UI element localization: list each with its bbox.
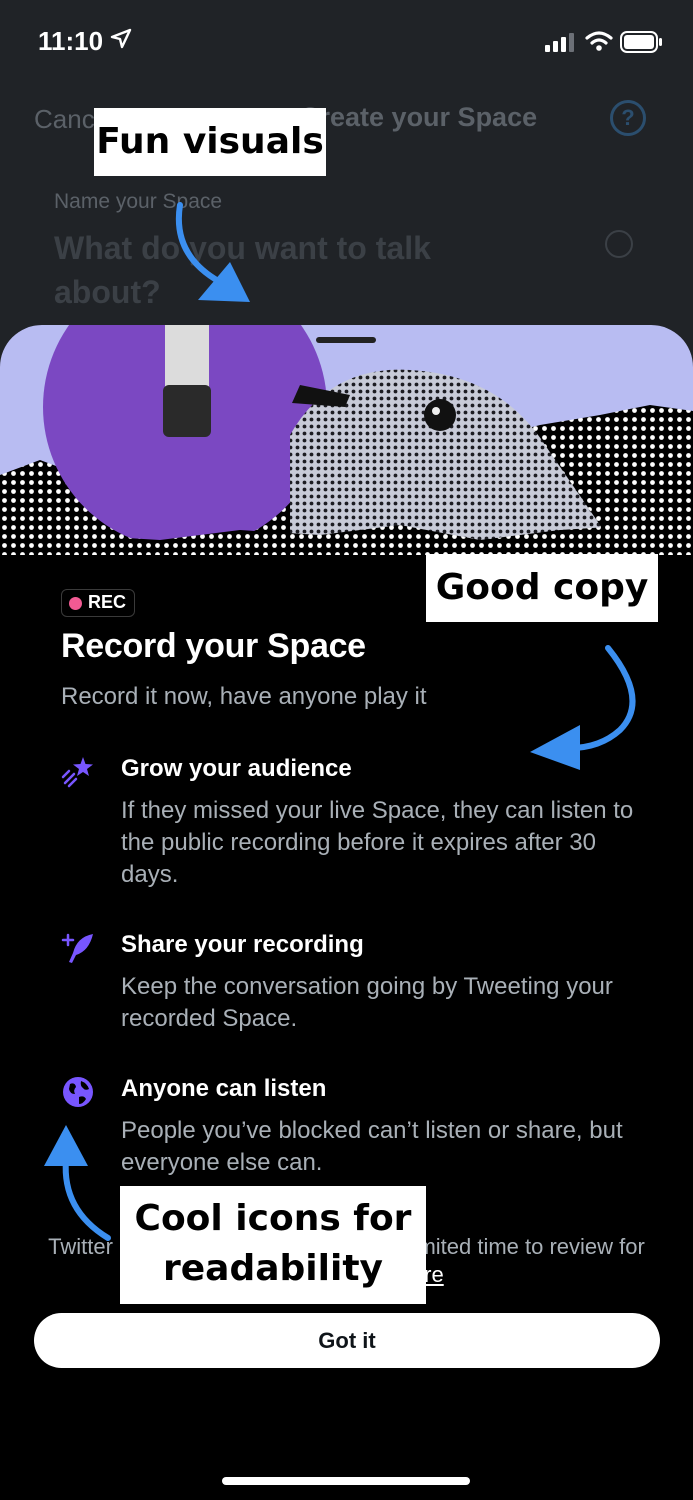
feather-plus-icon xyxy=(61,933,93,963)
record-space-sheet: REC Record your Space Record it now, hav… xyxy=(0,325,693,1500)
space-name-label: Name your Space xyxy=(54,190,223,213)
status-time: 11:10 xyxy=(38,26,104,56)
rec-badge-label: REC xyxy=(88,592,127,612)
sheet-subtitle: Record it now, have anyone play it xyxy=(61,683,427,710)
status-bar: 11:10 xyxy=(0,0,693,86)
annotation-good-copy: Good copy xyxy=(426,554,658,622)
globe-icon xyxy=(63,1077,93,1107)
rec-dot-icon xyxy=(69,597,82,610)
composer-title: Create your Space xyxy=(300,102,538,132)
rec-badge: REC xyxy=(61,589,136,617)
wifi-icon xyxy=(585,31,613,51)
feature-title: Share your recording xyxy=(121,931,364,958)
sheet-grabber[interactable] xyxy=(316,337,376,343)
cellular-signal-icon xyxy=(545,33,574,52)
feature-description: Keep the conversation going by Tweeting … xyxy=(121,973,613,1032)
character-count-ring xyxy=(605,230,633,258)
space-name-input[interactable]: What do you want to talk about? xyxy=(54,226,534,314)
feature-description: People you’ve blocked can’t listen or sh… xyxy=(121,1117,623,1176)
feature-title: Anyone can listen xyxy=(121,1075,327,1102)
help-icon[interactable]: ? xyxy=(610,100,646,136)
annotation-fun-visuals: Fun visuals xyxy=(94,108,326,176)
location-arrow-icon xyxy=(110,28,132,49)
sheet-headline: Record your Space xyxy=(61,627,366,665)
home-indicator xyxy=(222,1477,470,1485)
battery-icon xyxy=(620,31,662,53)
sparkle-icon xyxy=(61,757,93,788)
feature-title: Grow your audience xyxy=(121,755,352,782)
got-it-button[interactable]: Got it xyxy=(34,1313,660,1368)
feature-description: If they missed your live Space, they can… xyxy=(121,797,634,888)
annotation-cool-icons: Cool icons for readability xyxy=(120,1186,426,1304)
